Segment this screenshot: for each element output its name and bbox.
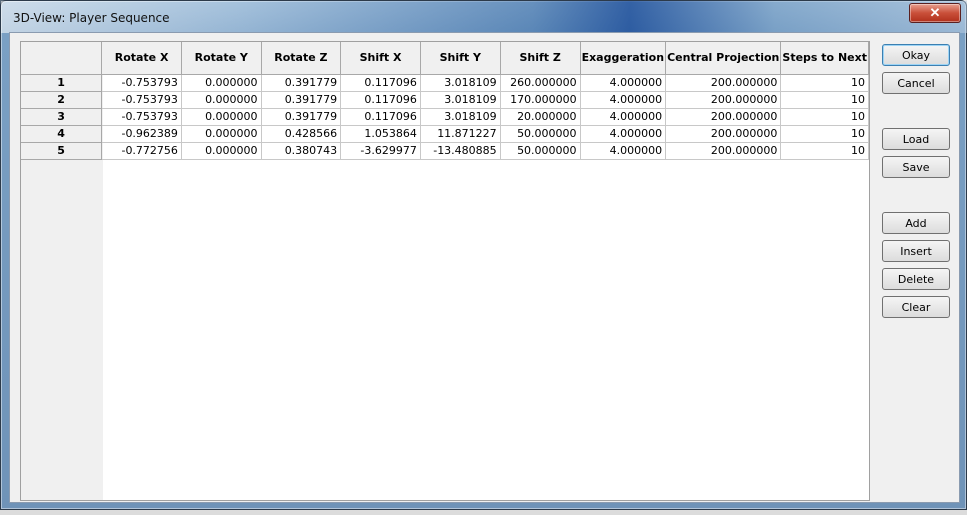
table-cell[interactable]: -0.962389 [101, 125, 182, 143]
table-cell[interactable]: 10 [780, 91, 869, 109]
title-bar[interactable]: 3D-View: Player Sequence [1, 1, 967, 33]
table-cell[interactable]: -0.772756 [101, 142, 182, 160]
table-cell[interactable]: 20.000000 [500, 108, 581, 126]
table-cell[interactable]: 0.391779 [261, 108, 342, 126]
add-button[interactable]: Add [882, 212, 950, 234]
table-cell[interactable]: 3.018109 [420, 91, 501, 109]
cancel-button[interactable]: Cancel [882, 72, 950, 94]
table-cell[interactable]: 10 [780, 125, 869, 143]
table-row: 4 -0.962389 0.000000 0.428566 1.053864 1… [21, 125, 869, 143]
table-cell[interactable]: 4.000000 [580, 91, 667, 109]
table-cell[interactable]: 10 [780, 108, 869, 126]
table-cell[interactable]: 10 [780, 74, 869, 92]
table-cell[interactable]: 200.000000 [665, 91, 782, 109]
table-cell[interactable]: 0.117096 [340, 91, 421, 109]
table-cell[interactable]: 3.018109 [420, 74, 501, 92]
table-cell[interactable]: 0.000000 [181, 91, 262, 109]
column-header-steps-to-next[interactable]: Steps to Next [780, 42, 869, 75]
table-cell[interactable]: 1.053864 [340, 125, 421, 143]
row-header[interactable]: 2 [21, 91, 103, 109]
delete-button[interactable]: Delete [882, 268, 950, 290]
row-header[interactable]: 4 [21, 125, 103, 143]
column-header-exaggeration[interactable]: Exaggeration [580, 42, 667, 75]
table-cell[interactable]: 4.000000 [580, 108, 667, 126]
table-cell[interactable]: 50.000000 [500, 142, 581, 160]
table-cell[interactable]: 200.000000 [665, 74, 782, 92]
table-cell[interactable]: 260.000000 [500, 74, 581, 92]
table-cell[interactable]: -0.753793 [101, 91, 182, 109]
column-header-shift-y[interactable]: Shift Y [420, 42, 501, 75]
column-header-shift-x[interactable]: Shift X [340, 42, 421, 75]
table-cell[interactable]: 4.000000 [580, 142, 667, 160]
column-header-central-projection[interactable]: Central Projection [665, 42, 782, 75]
table-cell[interactable]: -13.480885 [420, 142, 501, 160]
table-cell[interactable]: 0.000000 [181, 125, 262, 143]
table-row: 1 -0.753793 0.000000 0.391779 0.117096 3… [21, 74, 869, 92]
table-cell[interactable]: 4.000000 [580, 125, 667, 143]
table-cell[interactable]: 0.117096 [340, 74, 421, 92]
table-cell[interactable]: -0.753793 [101, 74, 182, 92]
window-title: 3D-View: Player Sequence [13, 11, 170, 25]
sequence-grid[interactable]: Rotate X Rotate Y Rotate Z Shift X Shift… [20, 41, 870, 501]
column-header-rotate-z[interactable]: Rotate Z [261, 42, 342, 75]
row-header[interactable]: 1 [21, 74, 103, 92]
table-cell[interactable]: 0.391779 [261, 91, 342, 109]
table-cell[interactable]: 50.000000 [500, 125, 581, 143]
table-cell[interactable]: 200.000000 [665, 142, 782, 160]
table-cell[interactable]: 0.428566 [261, 125, 342, 143]
insert-button[interactable]: Insert [882, 240, 950, 262]
table-cell[interactable]: 0.000000 [181, 142, 262, 160]
row-header[interactable]: 5 [21, 142, 103, 160]
header-row: Rotate X Rotate Y Rotate Z Shift X Shift… [21, 42, 869, 75]
table-cell[interactable]: 0.391779 [261, 74, 342, 92]
table-cell[interactable]: 3.018109 [420, 108, 501, 126]
column-header-rotate-y[interactable]: Rotate Y [181, 42, 262, 75]
table-cell[interactable]: -3.629977 [340, 142, 421, 160]
table-cell[interactable]: 0.380743 [261, 142, 342, 160]
close-icon: ✕ [929, 5, 941, 20]
table-cell[interactable]: 11.871227 [420, 125, 501, 143]
table-row: 3 -0.753793 0.000000 0.391779 0.117096 3… [21, 108, 869, 126]
sequence-table: Rotate X Rotate Y Rotate Z Shift X Shift… [21, 42, 869, 160]
save-button[interactable]: Save [882, 156, 950, 178]
corner-cell[interactable] [21, 42, 103, 75]
close-button[interactable]: ✕ [909, 3, 961, 23]
table-cell[interactable]: 0.000000 [181, 108, 262, 126]
table-cell[interactable]: 0.117096 [340, 108, 421, 126]
table-cell[interactable]: 170.000000 [500, 91, 581, 109]
table-cell[interactable]: 200.000000 [665, 108, 782, 126]
table-cell[interactable]: 200.000000 [665, 125, 782, 143]
column-header-rotate-x[interactable]: Rotate X [101, 42, 182, 75]
table-row: 2 -0.753793 0.000000 0.391779 0.117096 3… [21, 91, 869, 109]
player-sequence-dialog: 3D-View: Player Sequence ✕ Rotate X Rota… [0, 0, 967, 510]
table-row: 5 -0.772756 0.000000 0.380743 -3.629977 … [21, 142, 869, 160]
clear-button[interactable]: Clear [882, 296, 950, 318]
okay-button[interactable]: Okay [882, 44, 950, 66]
table-cell[interactable]: 0.000000 [181, 74, 262, 92]
row-header[interactable]: 3 [21, 108, 103, 126]
load-button[interactable]: Load [882, 128, 950, 150]
table-cell[interactable]: -0.753793 [101, 108, 182, 126]
table-cell[interactable]: 10 [780, 142, 869, 160]
dialog-client-area: Rotate X Rotate Y Rotate Z Shift X Shift… [9, 32, 960, 503]
column-header-shift-z[interactable]: Shift Z [500, 42, 581, 75]
table-cell[interactable]: 4.000000 [580, 74, 667, 92]
